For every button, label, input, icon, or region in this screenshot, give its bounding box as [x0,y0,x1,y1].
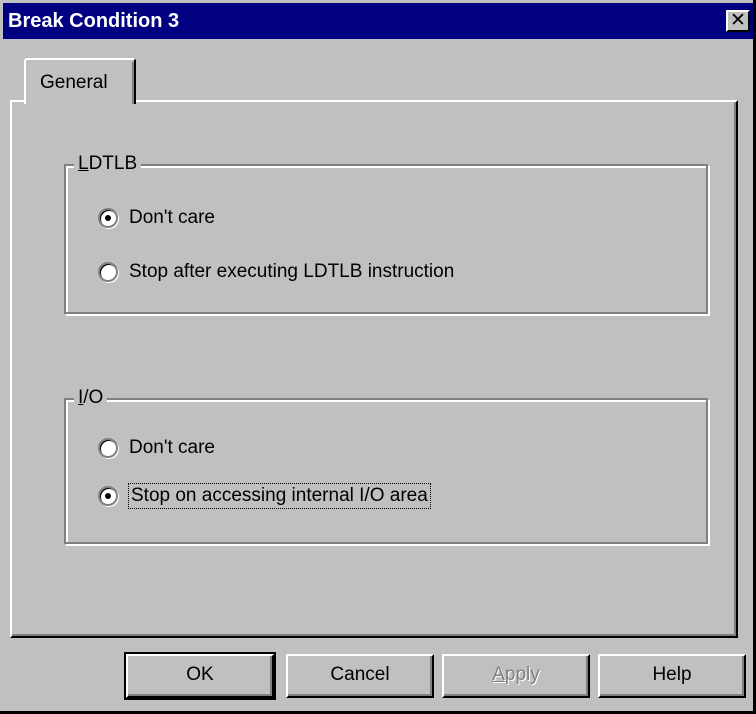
ldtlb-stop-after-label: Stop after executing LDTLB instruction [129,261,455,282]
title-bar[interactable]: Break Condition 3 ✕ [3,3,753,39]
io-option-stop-on-access[interactable]: Stop on accessing internal I/O area [98,482,431,510]
cancel-button[interactable]: Cancel [286,654,434,698]
ldtlb-option-dont-care[interactable]: Don't care [98,204,215,232]
dialog-window: Break Condition 3 ✕ General LDTLB Don't … [0,0,756,714]
io-dont-care-label: Don't care [129,437,216,458]
io-stop-on-access-radio[interactable] [98,486,118,506]
ldtlb-title-rest: DTLB [88,153,138,174]
ldtlb-dont-care-label: Don't care [129,207,216,228]
ldtlb-mnemonic: L [78,153,89,174]
io-group-title: I/O [74,386,108,410]
ldtlb-option-stop-after[interactable]: Stop after executing LDTLB instruction [98,258,454,286]
ok-button[interactable]: OK [124,652,276,700]
io-title-rest: /O [83,387,104,408]
tab-shadow [132,62,134,104]
close-icon: ✕ [730,10,746,31]
ldtlb-dont-care-radio[interactable] [98,208,118,228]
tab-panel: LDTLB Don't care Stop after executing LD… [10,100,738,638]
apply-mnemonic: A [492,664,505,685]
close-button[interactable]: ✕ [726,10,750,32]
window-title: Break Condition 3 [8,10,180,32]
io-option-dont-care[interactable]: Don't care [98,434,215,462]
ldtlb-group-title: LDTLB [74,152,142,176]
tab-general-label: General [40,72,108,93]
apply-label-rest: pply [504,664,540,685]
io-groupbox: I/O Don't care Stop on accessing interna… [64,386,708,544]
radio-selected-dot [105,215,111,221]
radio-selected-dot [105,493,111,499]
io-dont-care-radio[interactable] [98,438,118,458]
tab-general[interactable]: General [24,58,136,104]
io-stop-on-access-label: Stop on accessing internal I/O area [128,483,431,509]
help-button[interactable]: Help [598,654,746,698]
ldtlb-stop-after-radio[interactable] [98,262,118,282]
apply-button[interactable]: Apply [442,654,590,698]
ldtlb-groupbox: LDTLB Don't care Stop after executing LD… [64,152,708,314]
